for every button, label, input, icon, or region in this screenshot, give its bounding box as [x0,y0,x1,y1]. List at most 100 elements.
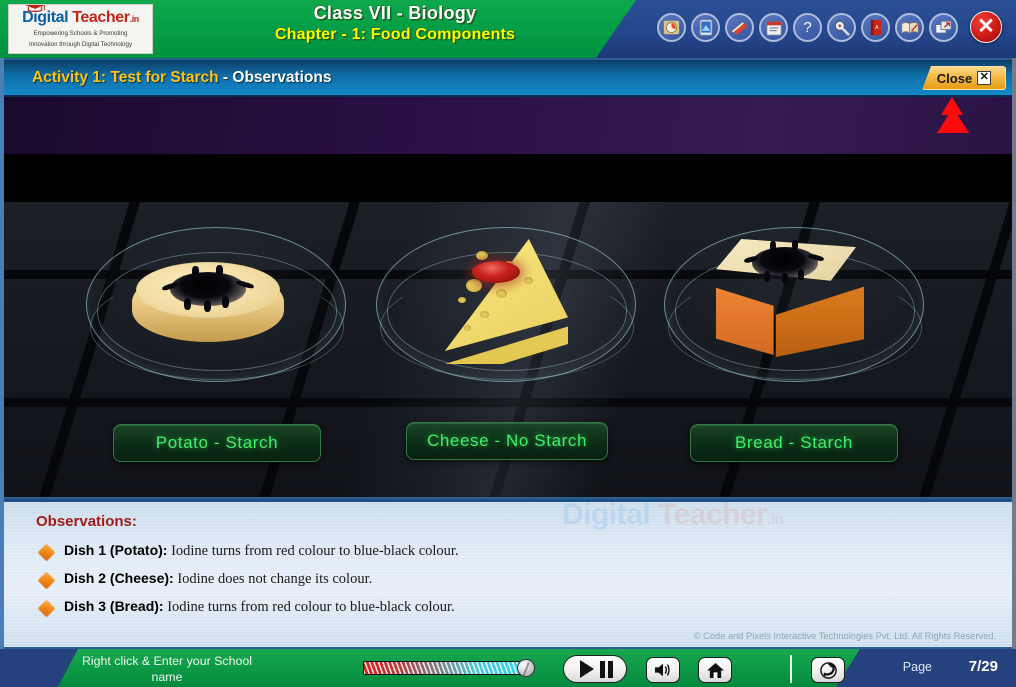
class-subject-title: Class VII - Biology [313,3,477,23]
observation-item: Dish 1 (Potato): Iodine turns from red c… [37,542,459,562]
window-frame-left [0,58,4,649]
stage-backdrop-upper [4,97,1012,154]
observation-text: Dish 3 (Bread): Iodine turns from red co… [64,598,455,616]
page-label: Page [902,660,932,674]
stain-spike [222,296,229,308]
potato-slice [132,262,284,344]
dish-cheese[interactable]: Cheese - No Starch [376,217,676,460]
watermark-part2: Teacher [650,499,768,531]
activity-title: Activity 1: Test for Starch - Observatio… [32,69,331,87]
close-activity-button[interactable]: Close ✕ [922,66,1006,90]
svg-text:A: A [875,25,879,31]
magnifier-icon[interactable] [827,13,856,42]
stain-spike [792,240,798,250]
dish-label-potato[interactable]: Potato - Starch [113,424,321,462]
watermark-tld: .in [767,511,784,528]
app-header: Digital Teacher.in Empowering Schools & … [0,0,1016,58]
replay-button[interactable] [811,657,845,683]
toolbar-divider [790,655,792,683]
brand-logo: Digital Teacher.in Empowering Schools & … [8,4,153,54]
progress-knob[interactable] [517,659,535,677]
bullet-diamond-icon [37,571,56,590]
school-hint-line1: Right click & Enter your School [81,654,253,668]
close-window-button[interactable]: ✕ [970,11,1002,43]
chapter-title: Chapter - 1: Food Components [274,26,516,43]
brand-tld: .in [129,14,140,24]
observation-label: Dish 2 (Cheese): [64,570,174,586]
progress-bar[interactable] [363,659,535,677]
help-icon[interactable]: ? [793,13,822,42]
dish-label-text: Bread - Starch [734,433,853,452]
home-icon [706,662,724,678]
timer-icon[interactable] [657,13,686,42]
cheese-wedge [428,239,568,364]
activity-title-highlight: Activity 1: Test for Starch [32,69,219,86]
speaker-icon [655,663,670,677]
calendar-icon[interactable] [759,13,788,42]
observation-text: Dish 1 (Potato): Iodine turns from red c… [64,542,459,560]
replay-icon [819,661,837,679]
home-button[interactable] [698,657,732,683]
progress-track[interactable] [363,661,521,675]
observation-body: Iodine does not change its colour. [173,571,373,587]
stain-spike [782,273,788,284]
close-window-glyph: ✕ [977,15,995,38]
stain-spike [798,269,804,280]
tablet-icon[interactable] [691,13,720,42]
close-activity-label: Close [936,70,973,86]
stain-spike [216,265,223,276]
cheese-hole [458,297,466,303]
dish-label-bread[interactable]: Bread - Starch [690,424,898,462]
dish-bread[interactable]: Bread - Starch [664,217,964,462]
stage-backdrop-shadow [4,154,1012,202]
observation-body: Iodine turns from red colour to blue-bla… [163,599,455,615]
player-toolbar: Right click & Enter your School name Pag… [0,649,1016,687]
brand-tagline-line1: Empowering Schools & Promoting [33,30,128,37]
play-pause-button[interactable] [563,655,627,683]
stain-spike [204,300,211,312]
pause-icon [599,660,613,678]
observation-item: Dish 3 (Bread): Iodine turns from red co… [37,598,455,618]
watermark: Digital Teacher.in [562,499,784,532]
observation-label: Dish 3 (Bread): [64,598,164,614]
open-book-icon[interactable] [895,13,924,42]
volume-button[interactable] [646,657,680,683]
activity-stage: Potato - Starch Cheese - No Starch Bread… [4,97,1012,497]
stain-spike [184,298,191,310]
cheese-hole [476,251,488,260]
cheese-hole [496,289,507,298]
activity-title-rest: - Observations [218,69,332,86]
brand-text-teacher: Teacher [68,9,130,26]
cheese-hole [466,279,482,292]
dictionary-icon[interactable]: A [861,13,890,42]
school-hint-line2: name [151,670,183,684]
export-window-icon[interactable] [929,13,958,42]
dish-potato[interactable]: Potato - Starch [86,217,386,462]
activity-header-bar: Activity 1: Test for Starch - Observatio… [4,60,1012,97]
brand-tagline-line2: Innovation through Digital Technology [28,40,133,48]
brand-logo-text: Digital Teacher.in [22,5,140,28]
help-glyph: ? [803,19,812,36]
notebook-icon[interactable] [725,13,754,42]
observations-panel: Digital Teacher.in Observations: Dish 1 … [4,499,1012,647]
header-toolbar: ? A [657,13,958,42]
cheese-hole [524,277,533,284]
observation-text: Dish 2 (Cheese): Iodine does not change … [64,570,372,588]
dish-label-text: Potato - Starch [155,433,279,452]
cheese-hole [480,311,489,318]
bullet-diamond-icon [37,599,56,618]
graduation-cap-icon [25,5,46,12]
lesson-title-block: Class VII - Biology Chapter - 1: Food Co… [205,3,585,44]
bread-slice [708,239,868,357]
school-name-hint[interactable]: Right click & Enter your School name [52,653,282,685]
copyright-notice: © Code and Pixels Interactive Technologi… [693,631,996,641]
observations-heading: Observations: [36,513,137,530]
dish-label-cheese[interactable]: Cheese - No Starch [406,422,608,460]
bullet-diamond-icon [37,543,56,562]
observation-label: Dish 1 (Potato): [64,542,168,558]
stain-spike [192,266,199,277]
stain-spike [770,241,776,251]
iodine-drop-unchanged [472,261,520,283]
observation-item: Dish 2 (Cheese): Iodine does not change … [37,570,372,590]
pointer-arrow-lower [937,108,969,133]
